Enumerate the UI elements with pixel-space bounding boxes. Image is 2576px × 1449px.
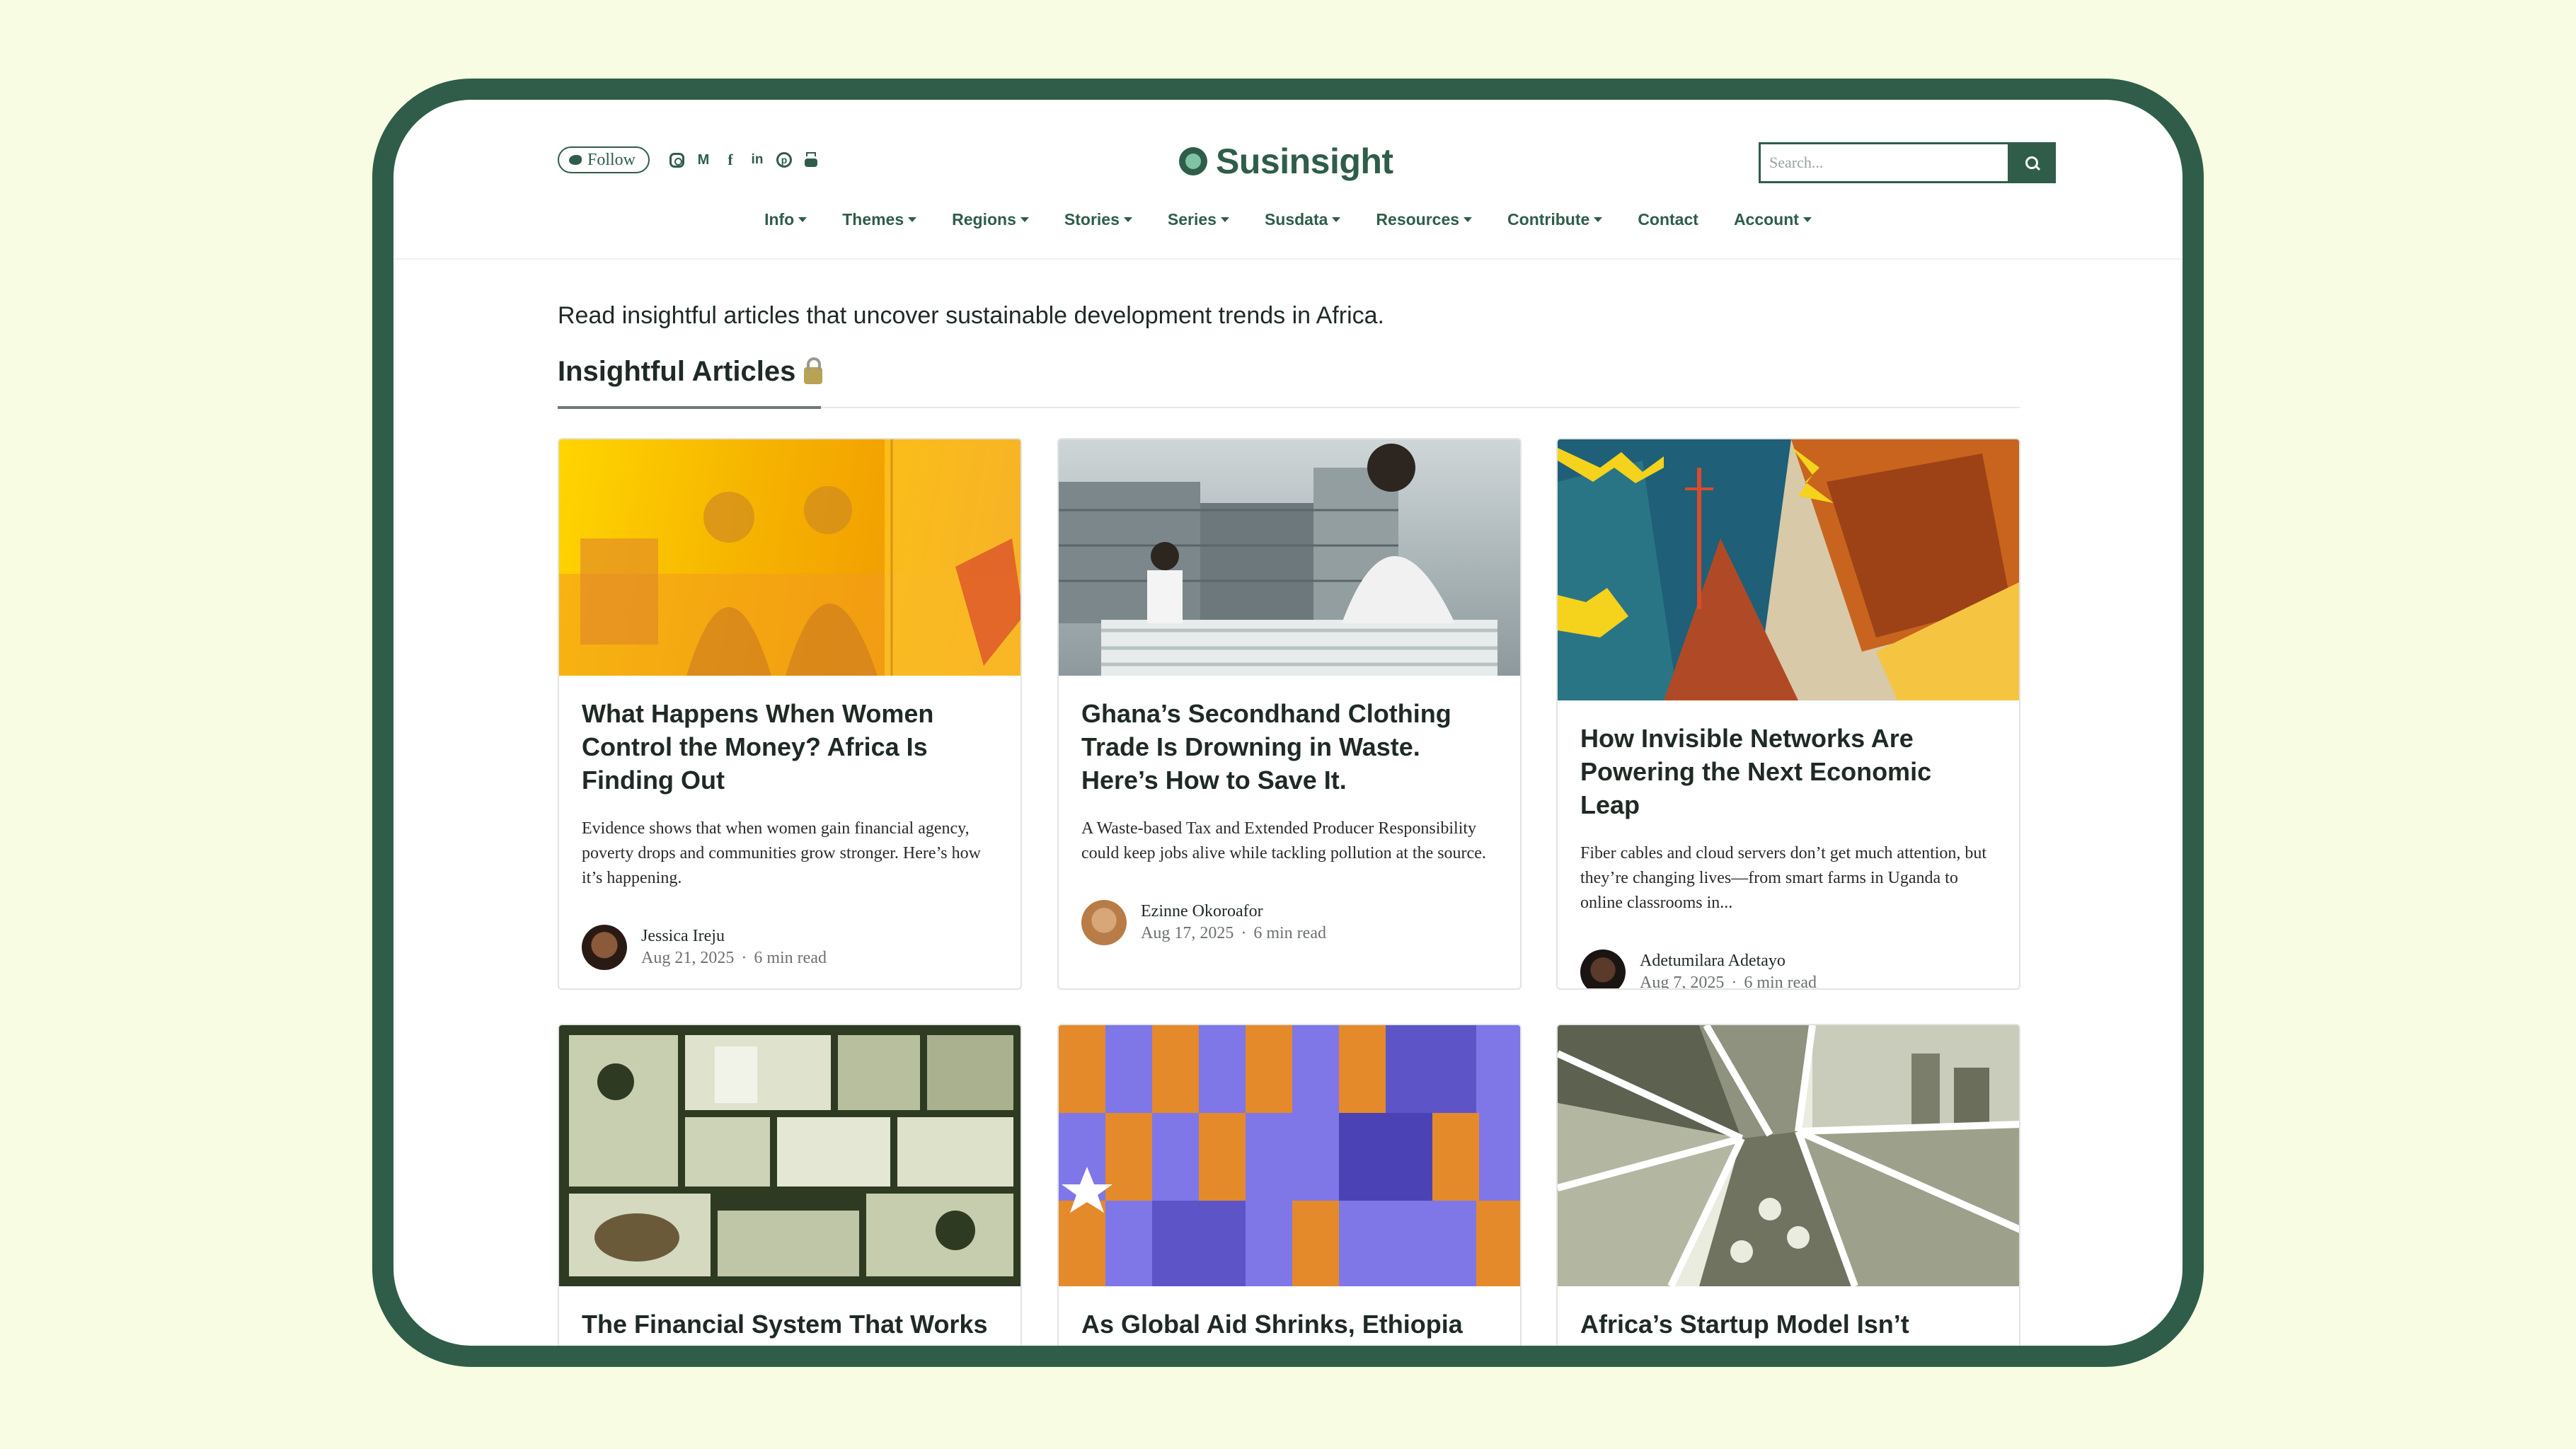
instagram-icon[interactable] bbox=[669, 152, 684, 168]
article-image[interactable] bbox=[559, 439, 1020, 676]
main-nav: Info Themes Regions Stories Series Susda… bbox=[393, 210, 2183, 229]
nav-label: Regions bbox=[952, 210, 1016, 229]
nav-label: Resources bbox=[1376, 210, 1460, 229]
article-read-time: 6 min read bbox=[754, 949, 827, 967]
article-date: Aug 7, 2025 bbox=[1640, 974, 1725, 990]
nav-item-susdata[interactable]: Susdata bbox=[1247, 210, 1358, 229]
article-image[interactable] bbox=[1059, 1025, 1520, 1286]
nav-label: Account bbox=[1733, 210, 1799, 229]
nav-item-regions[interactable]: Regions bbox=[934, 210, 1047, 229]
caret-down-icon bbox=[798, 217, 807, 222]
article-image[interactable] bbox=[559, 1025, 1020, 1286]
nav-label: Series bbox=[1167, 210, 1217, 229]
section-title: Insightful Articles bbox=[558, 356, 796, 387]
pinterest-icon[interactable]: p bbox=[776, 152, 792, 168]
search-input[interactable] bbox=[1759, 142, 2008, 183]
nav-item-account[interactable]: Account bbox=[1716, 210, 1829, 229]
active-tab-indicator bbox=[558, 406, 821, 409]
follow-button[interactable]: Follow bbox=[558, 146, 650, 173]
author-name: Adetumilara Adetayo bbox=[1640, 952, 1786, 970]
caret-down-icon bbox=[1332, 217, 1341, 222]
linkedin-icon[interactable]: in bbox=[749, 152, 765, 168]
author-name: Ezinne Okoroafor bbox=[1141, 902, 1263, 920]
nav-label: Themes bbox=[842, 210, 904, 229]
search-icon bbox=[2025, 156, 2038, 169]
nav-label: Contact bbox=[1638, 210, 1698, 229]
twitter-icon bbox=[569, 155, 582, 165]
article-author: Adetumilara Adetayo Aug 7, 2025 · 6 min re… bbox=[1580, 949, 1996, 990]
caret-down-icon bbox=[908, 217, 917, 222]
nav-label: Contribute bbox=[1507, 210, 1590, 229]
browser-viewport: Follow M f in p Susinsight Info Themes R… bbox=[393, 100, 2183, 1346]
article-title[interactable]: Ghana’s Secondhand Clothing Trade Is Dro… bbox=[1081, 697, 1497, 797]
nav-label: Stories bbox=[1064, 210, 1120, 229]
article-author: Jessica Ireju Aug 21, 2025 · 6 min read bbox=[582, 925, 998, 970]
medium-icon[interactable]: M bbox=[696, 152, 711, 168]
article-card[interactable]: As Global Aid Shrinks, Ethiopia and Soma… bbox=[1057, 1024, 1522, 1346]
author-avatar bbox=[582, 925, 627, 970]
device-frame: Follow M f in p Susinsight Info Themes R… bbox=[372, 79, 2204, 1367]
article-title[interactable]: As Global Aid Shrinks, Ethiopia and Soma… bbox=[1081, 1307, 1497, 1346]
intro-text: Read insightful articles that uncover su… bbox=[558, 302, 1384, 329]
youtube-icon[interactable] bbox=[803, 152, 819, 168]
article-card[interactable]: Ghana’s Secondhand Clothing Trade Is Dro… bbox=[1057, 438, 1522, 990]
article-author: Ezinne Okoroafor Aug 17, 2025 · 6 min read bbox=[1081, 900, 1497, 945]
article-excerpt: A Waste-based Tax and Extended Producer … bbox=[1081, 819, 1486, 862]
caret-down-icon bbox=[1020, 217, 1029, 222]
social-links: M f in p bbox=[669, 146, 819, 173]
article-card[interactable]: Africa’s Startup Model Isn’t Broken. It … bbox=[1556, 1024, 2020, 1346]
article-card[interactable]: The Financial System That Works Without … bbox=[558, 1024, 1022, 1346]
article-title[interactable]: How Invisible Networks Are Powering the … bbox=[1580, 722, 1996, 821]
nav-label: Info bbox=[764, 210, 795, 229]
nav-item-themes[interactable]: Themes bbox=[824, 210, 934, 229]
follow-label: Follow bbox=[587, 150, 636, 169]
article-image[interactable] bbox=[1558, 439, 2019, 700]
header-top-row: Follow M f in p Susinsight bbox=[558, 118, 2056, 196]
article-title[interactable]: The Financial System That Works Without … bbox=[582, 1307, 998, 1346]
site-logo[interactable]: Susinsight bbox=[1179, 137, 1393, 186]
caret-down-icon bbox=[1802, 217, 1812, 222]
author-avatar bbox=[1580, 949, 1626, 988]
caret-down-icon bbox=[1220, 217, 1229, 222]
caret-down-icon bbox=[1123, 217, 1132, 222]
header-divider bbox=[393, 258, 2183, 260]
article-read-time: 6 min read bbox=[1744, 974, 1817, 990]
lock-icon bbox=[804, 357, 823, 384]
author-name: Jessica Ireju bbox=[641, 927, 725, 945]
nav-item-info[interactable]: Info bbox=[747, 210, 824, 229]
caret-down-icon bbox=[1594, 217, 1603, 222]
author-avatar bbox=[1081, 900, 1127, 945]
article-title[interactable]: What Happens When Women Control the Mone… bbox=[582, 697, 998, 797]
article-date: Aug 21, 2025 bbox=[641, 949, 735, 967]
article-card[interactable]: What Happens When Women Control the Mone… bbox=[558, 438, 1022, 990]
logo-text: Susinsight bbox=[1216, 142, 1393, 181]
nav-item-stories[interactable]: Stories bbox=[1047, 210, 1150, 229]
article-excerpt: Fiber cables and cloud servers don’t get… bbox=[1580, 844, 1987, 912]
article-meta: Aug 17, 2025 · 6 min read bbox=[1141, 924, 1326, 942]
nav-label: Susdata bbox=[1264, 210, 1328, 229]
article-card[interactable]: How Invisible Networks Are Powering the … bbox=[1556, 438, 2020, 990]
article-date: Aug 17, 2025 bbox=[1141, 924, 1234, 942]
article-title[interactable]: Africa’s Startup Model Isn’t Broken. It … bbox=[1580, 1307, 1996, 1346]
search-form bbox=[1759, 142, 2056, 183]
section-tab-insightful-articles[interactable]: Insightful Articles bbox=[558, 356, 823, 388]
article-meta: Aug 7, 2025 · 6 min read bbox=[1640, 974, 1817, 990]
article-image[interactable] bbox=[1059, 439, 1520, 676]
nav-item-contact[interactable]: Contact bbox=[1620, 210, 1716, 229]
nav-item-series[interactable]: Series bbox=[1150, 210, 1247, 229]
logo-mark-icon bbox=[1179, 147, 1207, 175]
article-image[interactable] bbox=[1558, 1025, 2019, 1286]
nav-item-contribute[interactable]: Contribute bbox=[1490, 210, 1620, 229]
article-meta: Aug 21, 2025 · 6 min read bbox=[641, 949, 827, 967]
search-button[interactable] bbox=[2008, 142, 2056, 183]
facebook-icon[interactable]: f bbox=[723, 151, 738, 168]
caret-down-icon bbox=[1464, 217, 1473, 222]
article-read-time: 6 min read bbox=[1253, 924, 1326, 942]
article-excerpt: Evidence shows that when women gain fina… bbox=[582, 819, 981, 887]
nav-item-resources[interactable]: Resources bbox=[1358, 210, 1490, 229]
